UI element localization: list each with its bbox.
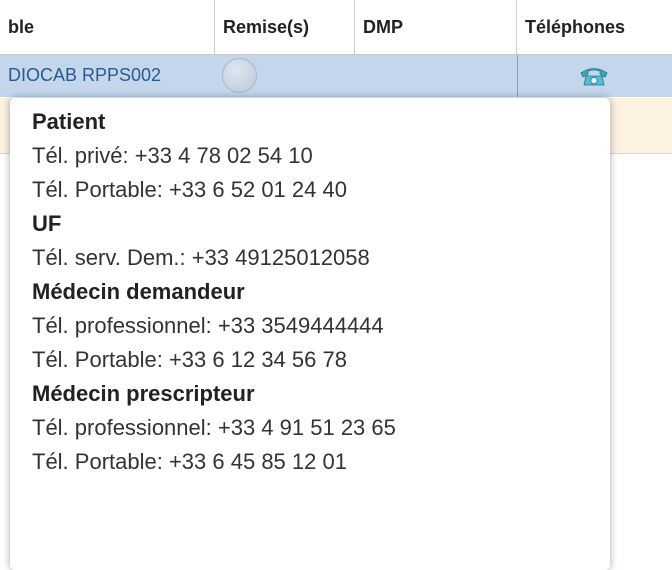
tooltip-heading-medecin-prescripteur: Médecin prescripteur [32,381,255,406]
table-row[interactable]: DIOCAB RPPS002 [0,55,672,98]
tooltip-phone-line: Tél. professionnel: +33 3549444444 [32,313,384,338]
grid-header-row: ble Remise(s) DMP Téléphones [0,0,672,55]
column-header-remises[interactable]: Remise(s) [215,0,355,54]
phone-numbers-tooltip: Patient Tél. privé: +33 4 78 02 54 10 Té… [10,98,610,570]
tooltip-phone-line: Tél. Portable: +33 6 45 85 12 01 [32,449,347,474]
column-header-telephones[interactable]: Téléphones [517,0,672,54]
tooltip-phone-line: Tél. Portable: +33 6 12 34 56 78 [32,347,347,372]
tooltip-phone-line: Tél. privé: +33 4 78 02 54 10 [32,143,313,168]
tooltip-phone-line: Tél. professionnel: +33 4 91 51 23 65 [32,415,396,440]
tooltip-phone-line: Tél. serv. Dem.: +33 49125012058 [32,245,370,270]
telephones-cell [517,55,672,97]
circle-status-icon[interactable] [222,58,257,93]
viewport: ble Remise(s) DMP Téléphones DIOCAB RPPS… [0,0,672,570]
telephone-icon[interactable] [579,65,609,87]
tooltip-heading-uf: UF [32,211,62,236]
tooltip-phone-line: Tél. Portable: +33 6 52 01 24 40 [32,177,347,202]
tooltip-heading-medecin-demandeur: Médecin demandeur [32,279,245,304]
column-header-cabinet[interactable]: ble [0,0,215,54]
tooltip-heading-patient: Patient [32,109,106,134]
column-header-dmp[interactable]: DMP [355,0,517,54]
cabinet-cell: DIOCAB RPPS002 [8,65,162,85]
